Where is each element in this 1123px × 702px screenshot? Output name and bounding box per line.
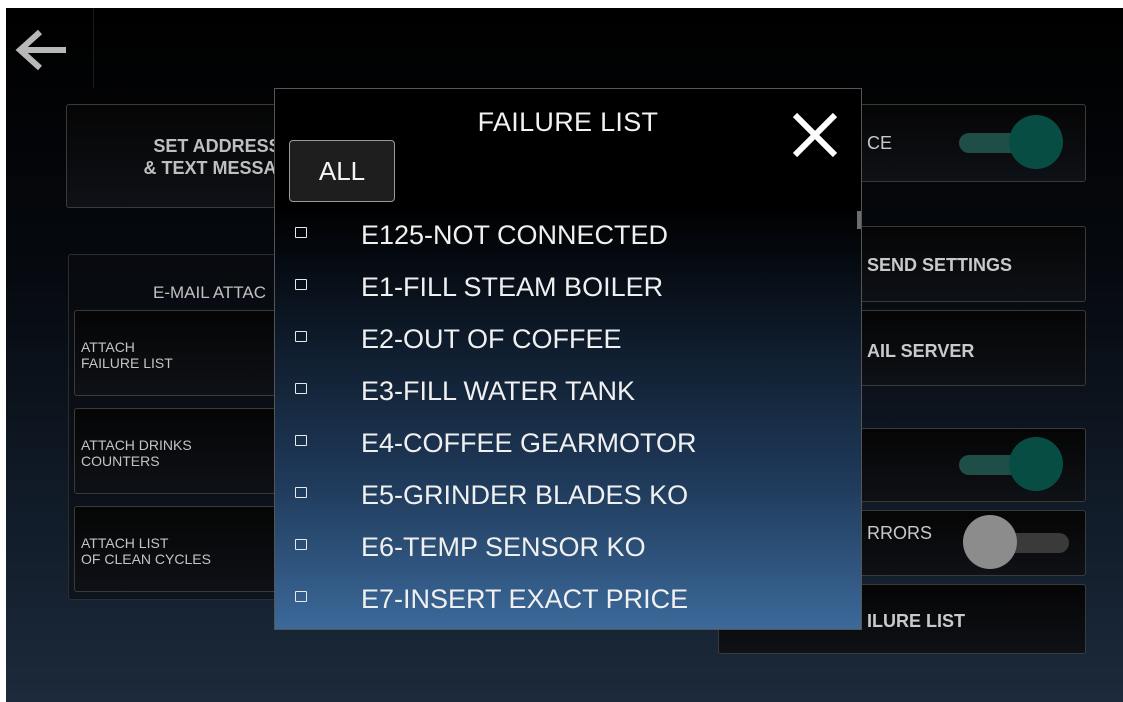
attach-item-line1: ATTACH DRINKS [81,437,192,453]
attach-clean-cycles-button[interactable]: ATTACH LIST OF CLEAN CYCLES [74,506,304,592]
toggle-knob [963,515,1017,569]
checkbox[interactable] [295,435,307,446]
attach-item-line2: OF CLEAN CYCLES [81,551,211,567]
screen: SET ADDRESS & TEXT MESSAG E-MAIL ATTAC A… [6,8,1123,702]
attach-item-line2: FAILURE LIST [81,355,173,371]
failure-list-label: ILURE LIST [867,611,965,631]
back-button[interactable] [6,8,94,88]
checkbox[interactable] [295,591,307,602]
close-button[interactable] [787,107,843,163]
dialog-header: FAILURE LIST ALL [275,89,861,207]
list-item[interactable]: E5-GRINDER BLADES KO [275,467,861,519]
toggle-knob [1009,115,1063,169]
scrollbar[interactable] [857,211,861,229]
list-item[interactable]: E1-FILL STEAM BOILER [275,259,861,311]
list-item-label: E2-OUT OF COFFEE [361,324,622,354]
list-item-label: E3-FILL WATER TANK [361,376,636,406]
list-item-label: E4-COFFEE GEARMOTOR [361,428,697,458]
email-attach-title: E-MAIL ATTAC [153,283,267,302]
list-item[interactable]: E7-INSERT EXACT PRICE [275,571,861,623]
arrow-left-icon [15,29,66,71]
list-item-label: E1-FILL STEAM BOILER [361,272,664,302]
send-settings-label: SEND SETTINGS [867,255,1013,275]
checkbox[interactable] [295,331,307,342]
failure-list[interactable]: E125-NOT CONNECTED E1-FILL STEAM BOILER … [275,207,861,629]
checkbox[interactable] [295,383,307,394]
list-item[interactable]: E4-COFFEE GEARMOTOR [275,415,861,467]
select-all-button[interactable]: ALL [289,140,395,202]
attach-drinks-counters-button[interactable]: ATTACH DRINKS COUNTERS [74,408,304,494]
option-toggle[interactable] [953,437,1065,493]
attach-failure-list-button[interactable]: ATTACH FAILURE LIST [74,310,304,396]
list-item-label: E7-INSERT EXACT PRICE [361,584,689,614]
failure-list-dialog: FAILURE LIST ALL E125-NOT CONNECTED E1-F… [274,88,862,630]
list-item[interactable]: E6-TEMP SENSOR KO [275,519,861,571]
close-icon [792,112,838,158]
attach-item-line2: COUNTERS [81,453,160,469]
service-toggle[interactable] [953,115,1065,171]
toggle-knob [1009,437,1063,491]
errors-toggle[interactable] [963,515,1075,571]
attach-item-line1: ATTACH [81,339,135,355]
checkbox[interactable] [295,227,307,238]
checkbox[interactable] [295,539,307,550]
list-item[interactable]: E125-NOT CONNECTED [275,207,861,259]
list-item-label: E125-NOT CONNECTED [361,220,669,250]
dialog-title: FAILURE LIST [477,107,659,137]
mail-server-label: AIL SERVER [867,341,975,361]
attach-item-line1: ATTACH LIST [81,535,169,551]
list-item[interactable]: E3-FILL WATER TANK [275,363,861,415]
service-label: CE [867,133,893,153]
checkbox[interactable] [295,487,307,498]
list-item[interactable]: E2-OUT OF COFFEE [275,311,861,363]
errors-label: RRORS [867,523,933,543]
checkbox[interactable] [295,279,307,290]
list-item-label: E6-TEMP SENSOR KO [361,532,646,562]
list-item-label: E5-GRINDER BLADES KO [361,480,689,510]
